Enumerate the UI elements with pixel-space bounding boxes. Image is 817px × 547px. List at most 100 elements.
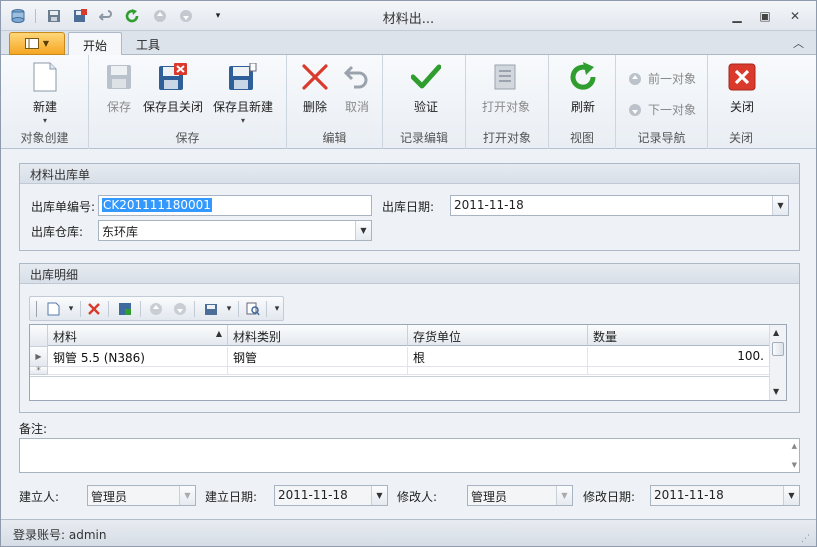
row-indicator-icon[interactable]: ▶ — [30, 347, 48, 367]
delete-button[interactable]: 删除 — [299, 61, 331, 115]
cell-unit[interactable]: 根 — [408, 347, 588, 367]
refresh-icon — [567, 61, 599, 93]
prev-object-icon — [629, 72, 641, 85]
window: ▾ 材料出... ▁ ▣ ✕ ▼ 开始 工具 ︿ 新建 ▾ 对象创建 保存 保存… — [0, 0, 817, 547]
column-header-unit[interactable]: 存货单位 — [408, 325, 588, 346]
delete-label: 删除 — [302, 100, 327, 114]
new-row-cell[interactable] — [588, 367, 770, 375]
save-icon — [103, 61, 135, 93]
qat-undo-icon[interactable] — [97, 7, 115, 25]
open-object-label: 打开对象 — [482, 100, 531, 114]
ribbon-collapse-icon[interactable]: ︿ — [793, 35, 804, 51]
grid-new-dropdown-icon[interactable]: ▾ — [62, 300, 80, 318]
scroll-up-icon: ▲ — [791, 442, 797, 450]
group-label: 编辑 — [322, 131, 347, 145]
title-bar: ▾ 材料出... ▁ ▣ ✕ — [1, 1, 816, 31]
refresh-button[interactable]: 刷新 — [567, 61, 599, 115]
chevron-down-icon[interactable]: ▼ — [371, 486, 387, 505]
save-close-button[interactable]: 保存且关闭 — [143, 61, 203, 115]
new-row-cell[interactable] — [408, 367, 588, 375]
modifier-field[interactable]: 管理员 ▼ — [467, 485, 573, 506]
close-button[interactable]: 关闭 — [726, 61, 758, 115]
app-menu-button[interactable]: ▼ — [9, 32, 65, 55]
number-field[interactable]: CK201111180001 — [98, 195, 372, 216]
qat-save-close-icon[interactable] — [71, 7, 89, 25]
save-new-label: 保存且新建 — [213, 100, 274, 114]
new-document-icon — [29, 61, 61, 93]
date-field[interactable]: 2011-11-18 ▼ — [450, 195, 789, 216]
undo-icon — [341, 61, 373, 93]
qat-refresh-icon[interactable] — [123, 7, 141, 25]
qat-customize-icon[interactable]: ▾ — [209, 7, 227, 25]
group-object-create: 新建 ▾ 对象创建 — [1, 55, 89, 149]
resize-grip-icon[interactable]: ⋰ — [801, 534, 810, 544]
warehouse-field[interactable]: 东环库 ▼ — [98, 220, 372, 241]
new-row-indicator[interactable]: * — [30, 366, 48, 376]
new-row-cell[interactable] — [228, 367, 408, 375]
new-button[interactable]: 新建 ▾ — [29, 61, 61, 125]
next-object-label: 下一对象 — [648, 103, 697, 117]
grid-more-icon[interactable]: ▾ — [268, 300, 286, 318]
cell-material[interactable]: 钢管 5.5 (N386) — [48, 347, 228, 367]
modified-date-field[interactable]: 2011-11-18 ▼ — [650, 485, 800, 506]
open-object-button[interactable]: 打开对象 — [482, 61, 530, 115]
tab-home[interactable]: 开始 — [68, 32, 123, 56]
column-header-qty[interactable]: 数量 — [588, 325, 770, 346]
ribbon: 新建 ▾ 对象创建 保存 保存且关闭 保存且新建 ▾ 保存 删除 取消 编辑 验… — [1, 55, 816, 149]
next-object-button[interactable]: 下一对象 — [628, 101, 696, 118]
chevron-down-icon[interactable]: ▼ — [355, 221, 371, 240]
chevron-down-icon[interactable]: ▼ — [179, 486, 195, 505]
grid-delete-icon[interactable] — [85, 300, 103, 318]
tab-tools[interactable]: 工具 — [122, 32, 174, 56]
creator-label: 建立人: — [19, 490, 60, 504]
validate-label: 验证 — [413, 100, 438, 114]
grid-vertical-scrollbar[interactable]: ▲ ▼ — [769, 325, 786, 400]
group-view: 刷新 视图 — [549, 55, 616, 149]
group-label: 对象创建 — [20, 131, 69, 145]
column-header-material[interactable]: 材料 ▲ — [48, 325, 228, 346]
qat-prev-icon[interactable] — [151, 7, 169, 25]
grid-new-icon[interactable] — [44, 300, 62, 318]
open-object-icon — [490, 61, 522, 93]
created-date-field[interactable]: 2011-11-18 ▼ — [274, 485, 388, 506]
group-label: 视图 — [569, 131, 594, 145]
scroll-thumb — [772, 342, 784, 356]
grid-save-icon[interactable] — [116, 300, 134, 318]
minimize-button[interactable]: ▁ — [724, 6, 750, 26]
app-icon[interactable] — [9, 7, 27, 25]
grid-prev-icon[interactable] — [147, 300, 165, 318]
qat-next-icon[interactable] — [177, 7, 195, 25]
chevron-down-icon[interactable]: ▼ — [783, 486, 799, 505]
modified-date-label: 修改日期: — [583, 490, 636, 504]
grid-print-dropdown-icon[interactable]: ▾ — [220, 300, 238, 318]
date-label: 出库日期: — [382, 200, 435, 214]
creator-field[interactable]: 管理员 ▼ — [87, 485, 196, 506]
cell-qty[interactable]: 100. — [588, 347, 770, 367]
close-window-button[interactable]: ✕ — [782, 6, 808, 26]
new-row-cell[interactable] — [48, 367, 228, 375]
group-label: 保存 — [175, 131, 200, 145]
save-new-button[interactable]: 保存且新建 ▾ — [213, 61, 273, 125]
grid-search-icon[interactable] — [244, 300, 262, 318]
modifier-label: 修改人: — [397, 490, 438, 504]
remarks-field[interactable]: ▲ ▼ — [19, 438, 800, 473]
group-open-object: 打开对象 打开对象 — [466, 55, 549, 149]
grid-next-icon[interactable] — [171, 300, 189, 318]
save-new-icon — [227, 61, 259, 93]
maximize-button[interactable]: ▣ — [752, 6, 778, 26]
chevron-down-icon[interactable]: ▼ — [556, 486, 572, 505]
qat-save-icon[interactable] — [45, 7, 63, 25]
warehouse-label: 出库仓库: — [31, 225, 84, 239]
scroll-up-icon: ▲ — [773, 328, 780, 337]
group-label: 关闭 — [728, 131, 753, 145]
save-button[interactable]: 保存 — [103, 61, 135, 115]
column-header-category[interactable]: 材料类别 — [228, 325, 408, 346]
prev-object-button[interactable]: 前一对象 — [628, 70, 696, 87]
scroll-down-icon: ▼ — [791, 461, 797, 469]
cell-category[interactable]: 钢管 — [228, 347, 408, 367]
validate-button[interactable]: 验证 — [410, 61, 442, 115]
chevron-down-icon[interactable]: ▼ — [772, 196, 788, 215]
created-date-label: 建立日期: — [205, 490, 258, 504]
grid-print-icon[interactable] — [202, 300, 220, 318]
cancel-button[interactable]: 取消 — [341, 61, 373, 115]
